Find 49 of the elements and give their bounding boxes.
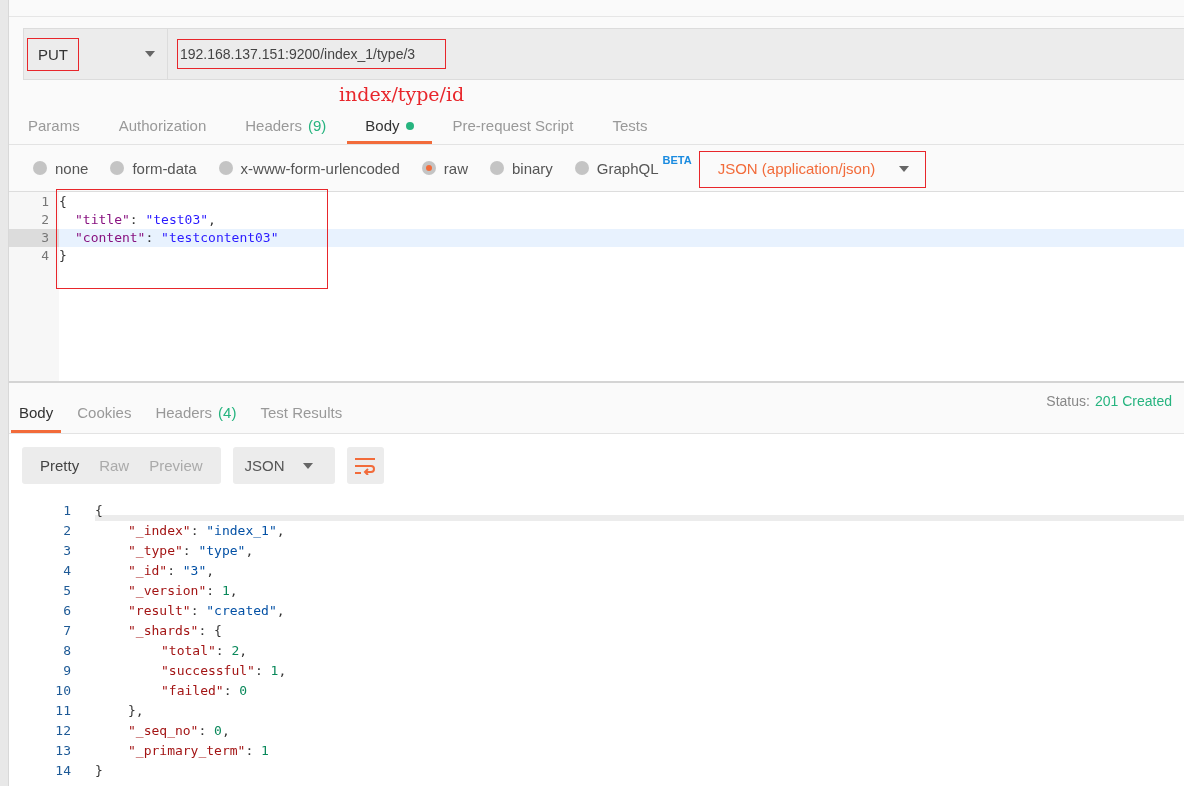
line-number: 3 [62, 542, 71, 560]
code-line: } [95, 762, 104, 780]
line-number: 12 [54, 722, 71, 740]
line-number: 8 [62, 642, 71, 660]
view-mode-button[interactable]: Pretty [30, 447, 90, 484]
code-line: "successful": 1, [160, 662, 288, 680]
line-number: 1 [62, 502, 71, 520]
line-number: 4 [40, 247, 50, 265]
body-type-radio[interactable]: binary [489, 159, 553, 177]
line-number: 10 [54, 682, 71, 700]
code-line: "failed": 0 [160, 682, 249, 700]
annotation-text: index/type/id [339, 83, 465, 105]
code-line: "_shards": { [127, 622, 223, 640]
line-number: 14 [54, 762, 71, 780]
code-line: "_seq_no": 0, [127, 722, 231, 740]
format-dropdown[interactable]: JSON [232, 447, 335, 484]
code-line: "_index": "index_1", [127, 522, 286, 540]
caret-icon [302, 462, 313, 469]
code-line: { [59, 193, 68, 211]
line-number: 7 [62, 622, 71, 640]
line-number: 2 [62, 522, 71, 540]
code-line: }, [127, 702, 145, 720]
line-number: 5 [62, 582, 71, 600]
code-line: "_type": "type", [127, 542, 255, 560]
code-line: "total": 2, [160, 642, 249, 660]
body-type-radio[interactable]: x-www-form-urlencoded [218, 159, 400, 177]
status-value: 201 Created [1094, 393, 1172, 409]
body-type-radio[interactable]: raw [421, 159, 468, 177]
request-tab[interactable]: Body [347, 110, 432, 144]
code-line: } [59, 247, 68, 265]
line-number: 4 [62, 562, 71, 580]
line-number: 3 [9, 229, 59, 247]
line-number: 13 [54, 742, 71, 760]
code-line: "result": "created", [127, 602, 286, 620]
code-line: "title": "test03", [74, 211, 217, 229]
body-type-radio[interactable]: none [33, 159, 89, 177]
wrap-lines-icon [354, 456, 377, 475]
line-number: 1 [40, 193, 50, 211]
line-number: 11 [54, 702, 71, 720]
code-line: "_primary_term": 1 [127, 742, 270, 760]
wrap-lines-button[interactable] [346, 447, 384, 484]
line-number: 6 [62, 602, 71, 620]
caret-icon [899, 165, 910, 172]
body-type-radio[interactable]: form-data [110, 159, 197, 177]
line-number: 2 [40, 211, 50, 229]
code-line: "_id": "3", [127, 562, 216, 580]
line-number: 9 [62, 662, 71, 680]
code-line: "_version": 1, [127, 582, 239, 600]
status-label: Status: [1046, 393, 1090, 409]
